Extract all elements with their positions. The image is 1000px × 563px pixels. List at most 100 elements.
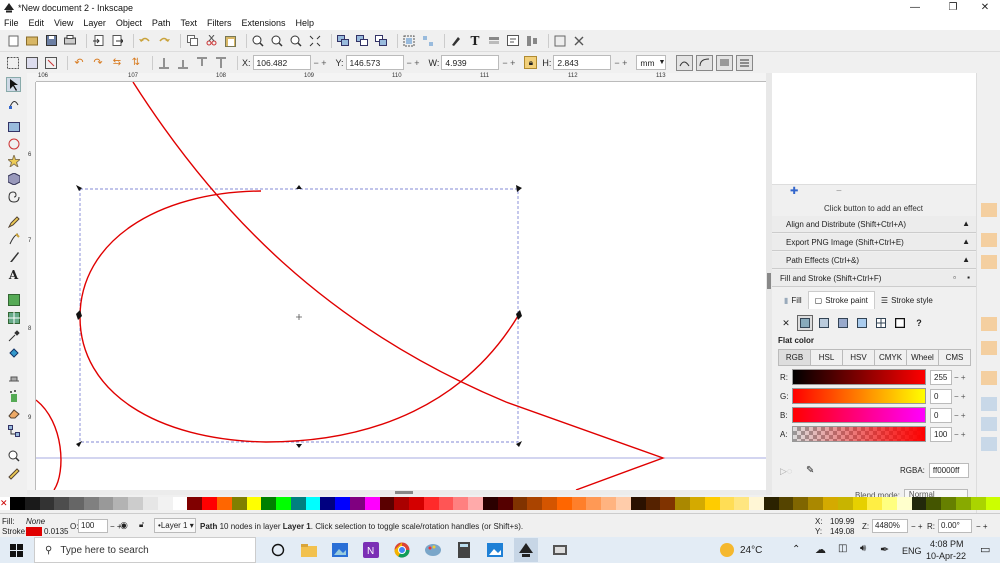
volume-icon[interactable]: 🔊︎: [860, 543, 866, 554]
weather-icon[interactable]: [720, 543, 734, 557]
h-stepper[interactable]: − +: [614, 58, 630, 68]
new-document-icon[interactable]: [6, 34, 20, 48]
menu-path[interactable]: Path: [152, 18, 171, 28]
palette-swatch[interactable]: [926, 497, 942, 510]
paint-bucket-tool-icon[interactable]: [6, 345, 21, 360]
mode-hsv[interactable]: HSV: [842, 349, 875, 366]
rotate-stepper[interactable]: − +: [976, 522, 988, 531]
palette-swatch[interactable]: [216, 497, 232, 510]
horizontal-ruler[interactable]: 106 107 108 109 110 111 112 113: [36, 73, 766, 82]
palette-swatch[interactable]: [24, 497, 40, 510]
blue-input[interactable]: 0: [930, 407, 952, 423]
network-icon[interactable]: ◫: [838, 543, 847, 554]
green-input[interactable]: 0: [930, 388, 952, 404]
cut-icon[interactable]: [204, 34, 218, 48]
linear-gradient-icon[interactable]: [816, 315, 832, 331]
palette-swatch[interactable]: [202, 497, 217, 510]
no-color-swatch-icon[interactable]: ✕: [0, 497, 10, 510]
palette-swatch[interactable]: [10, 497, 25, 510]
group-icon[interactable]: [402, 34, 416, 48]
palette-swatch[interactable]: [675, 497, 690, 510]
palette-swatch[interactable]: [305, 497, 321, 510]
deselect-icon[interactable]: [44, 56, 58, 70]
green-slider[interactable]: [792, 388, 926, 404]
eraser-tool-icon[interactable]: [6, 405, 21, 420]
flat-color-icon[interactable]: [797, 315, 813, 331]
w-stepper[interactable]: − +: [502, 58, 518, 68]
palette-swatch[interactable]: [542, 497, 557, 510]
rotate-ccw-icon[interactable]: ↶: [72, 56, 86, 70]
palette-swatch[interactable]: [734, 497, 750, 510]
alpha-stepper[interactable]: − +: [954, 430, 966, 439]
menu-view[interactable]: View: [54, 18, 73, 28]
3d-box-tool-icon[interactable]: [6, 171, 21, 186]
export-png-dock[interactable]: Export PNG Image (Shift+Ctrl+E) ▲: [772, 234, 976, 251]
path-effects-dock[interactable]: Path Effects (Ctrl+&) ▲: [772, 252, 976, 269]
snap-nodes-icon[interactable]: [981, 255, 997, 269]
unit-select[interactable]: mm ▼: [636, 55, 667, 70]
snap-grid-icon[interactable]: [981, 417, 997, 431]
horizontal-scrollbar[interactable]: [27, 490, 766, 495]
palette-swatch[interactable]: [837, 497, 853, 510]
clone-icon[interactable]: [355, 34, 369, 48]
color-picker-icon[interactable]: ✎: [806, 465, 814, 476]
palette-swatch[interactable]: [778, 497, 794, 510]
palette-swatch[interactable]: [113, 497, 129, 510]
snap-path-icon[interactable]: [981, 317, 997, 331]
minimize-icon[interactable]: —: [900, 0, 930, 15]
taskbar-search[interactable]: ⚲ Type here to search: [34, 537, 256, 563]
tab-stroke-style[interactable]: ☰ Stroke style: [875, 291, 939, 309]
palette-swatch[interactable]: [956, 497, 971, 510]
palette-swatch[interactable]: [261, 497, 277, 510]
x-stepper[interactable]: − +: [314, 58, 330, 68]
photos-icon[interactable]: [331, 541, 349, 559]
palette-swatch[interactable]: [763, 497, 779, 510]
palette-swatch[interactable]: [852, 497, 868, 510]
tab-stroke-paint[interactable]: ▢ Stroke paint: [807, 291, 875, 309]
palette-swatch[interactable]: [276, 497, 291, 510]
zoom-page-icon[interactable]: [289, 34, 303, 48]
chevron-up-icon[interactable]: ▲: [962, 219, 970, 228]
palette-swatch[interactable]: [394, 497, 410, 510]
palette-swatch[interactable]: [512, 497, 528, 510]
fill-stroke-icon[interactable]: [449, 34, 463, 48]
palette-swatch[interactable]: [349, 497, 365, 510]
select-all-layers-icon[interactable]: [25, 56, 39, 70]
palette-swatch[interactable]: [98, 497, 114, 510]
unset-paint-icon[interactable]: ?: [911, 315, 927, 331]
palette-swatch[interactable]: [601, 497, 617, 510]
ellipse-tool-icon[interactable]: [6, 136, 21, 151]
opacity-input[interactable]: 100: [78, 519, 108, 533]
chrome-icon[interactable]: [393, 541, 411, 559]
menu-layer[interactable]: Layer: [83, 18, 106, 28]
add-effect-icon[interactable]: ✚: [790, 186, 798, 197]
align-distribute-icon[interactable]: [525, 34, 539, 48]
menu-edit[interactable]: Edit: [29, 18, 45, 28]
redo-icon[interactable]: [157, 34, 171, 48]
preferences-icon[interactable]: [553, 34, 567, 48]
star-tool-icon[interactable]: [6, 153, 21, 168]
zoom-input[interactable]: 4480%: [872, 519, 908, 533]
palette-swatch[interactable]: [54, 497, 70, 510]
zoom-width-icon[interactable]: [308, 34, 322, 48]
maximize-icon[interactable]: ❐: [938, 0, 968, 15]
layer-lock-icon[interactable]: 🔓︎: [139, 520, 144, 530]
fill-stroke-dock[interactable]: Fill and Stroke (Shift+Ctrl+F) ▫ ▪: [772, 270, 976, 287]
onenote-icon[interactable]: N: [362, 541, 380, 559]
palette-swatch[interactable]: [409, 497, 424, 510]
alpha-input[interactable]: 100: [930, 426, 952, 442]
import-icon[interactable]: [91, 34, 105, 48]
unlink-clone-icon[interactable]: [374, 34, 388, 48]
copy-icon[interactable]: [185, 34, 199, 48]
align-distribute-dock[interactable]: Align and Distribute (Shift+Ctrl+A) ▲: [772, 216, 976, 233]
palette-swatch[interactable]: [483, 497, 498, 510]
mesh-tool-icon[interactable]: [6, 310, 21, 325]
palette-swatch[interactable]: [896, 497, 912, 510]
cloud-icon[interactable]: ☁: [815, 543, 826, 556]
menu-text[interactable]: Text: [180, 18, 197, 28]
palette-swatch[interactable]: [453, 497, 469, 510]
scale-corners-toggle[interactable]: [696, 54, 714, 71]
palette-swatch[interactable]: [157, 497, 173, 510]
mesh-gradient-icon[interactable]: [854, 315, 870, 331]
snap-guide-icon[interactable]: [981, 437, 997, 451]
